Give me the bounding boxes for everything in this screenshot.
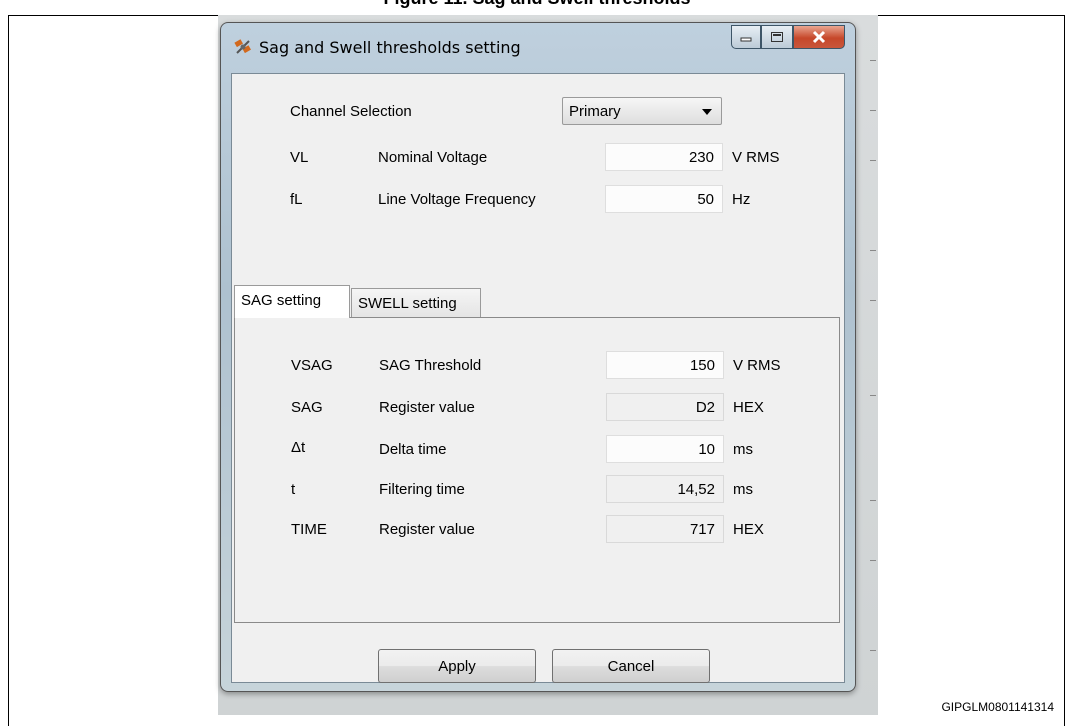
sag-row-symbol: TIME — [291, 521, 327, 538]
sag-row-symbol: Δt — [291, 439, 306, 456]
channel-select[interactable]: Primary — [562, 97, 722, 125]
minimize-button[interactable] — [731, 25, 761, 49]
sag-row-symbol: SAG — [291, 399, 323, 416]
background-tick — [870, 250, 876, 251]
line-frequency-input[interactable]: 50 — [605, 185, 723, 213]
background-tick — [870, 160, 876, 161]
close-button[interactable] — [793, 25, 845, 49]
time-register-value-field: 717 — [606, 515, 724, 543]
channel-select-value: Primary — [569, 103, 621, 120]
nominal-voltage-symbol: VL — [290, 149, 309, 166]
apply-button[interactable]: Apply — [378, 649, 536, 683]
sag-row-symbol: VSAG — [291, 357, 333, 374]
background-tick — [870, 110, 876, 111]
line-frequency-symbol: fL — [290, 191, 303, 208]
dialog-window: Sag and Swell thresholds setting Channel… — [220, 22, 856, 692]
sag-row-unit: HEX — [733, 399, 764, 416]
figure-caption: Figure 11. Sag and Swell thresholds — [0, 0, 1074, 9]
sag-row-unit: ms — [733, 441, 753, 458]
channel-selection-label: Channel Selection — [290, 103, 412, 120]
maximize-icon — [771, 32, 783, 42]
chevron-down-icon — [702, 109, 712, 115]
sag-row-unit: HEX — [733, 521, 764, 538]
background-tick — [870, 60, 876, 61]
background-tick — [870, 650, 876, 651]
sag-row-label: Register value — [379, 521, 475, 538]
tab-swell-setting[interactable]: SWELL setting — [351, 288, 481, 318]
sag-row-label: SAG Threshold — [379, 357, 482, 374]
background-tick — [870, 560, 876, 561]
dialog-client-area: Channel Selection Primary VL Nominal Vol… — [231, 73, 845, 683]
sag-setting-panel: VSAG SAG Threshold 150 V RMS SAG Registe… — [234, 317, 840, 623]
figure-id: GIPGLM0801141314 — [941, 700, 1054, 714]
sag-register-value-field: D2 — [606, 393, 724, 421]
cancel-button[interactable]: Cancel — [552, 649, 710, 683]
background-tick — [870, 395, 876, 396]
line-frequency-unit: Hz — [732, 191, 751, 208]
sag-threshold-input[interactable]: 150 — [606, 351, 724, 379]
sag-row-label: Register value — [379, 399, 475, 416]
satellite-icon — [234, 39, 251, 54]
background-tick — [870, 500, 876, 501]
maximize-button[interactable] — [761, 25, 793, 49]
background-tick — [870, 300, 876, 301]
sag-row-symbol: t — [291, 481, 296, 498]
window-title: Sag and Swell thresholds setting — [259, 38, 521, 57]
window-controls — [731, 25, 845, 49]
delta-time-input[interactable]: 10 — [606, 435, 724, 463]
sag-row-unit: V RMS — [733, 357, 781, 374]
tab-sag-setting[interactable]: SAG setting — [234, 285, 350, 318]
nominal-voltage-input[interactable]: 230 — [605, 143, 723, 171]
nominal-voltage-label: Nominal Voltage — [378, 149, 488, 166]
title-bar[interactable]: Sag and Swell thresholds setting — [221, 23, 855, 73]
sag-row-label: Filtering time — [379, 481, 465, 498]
minimize-icon — [740, 37, 752, 42]
sag-row-unit: ms — [733, 481, 753, 498]
filtering-time-field: 14,52 — [606, 475, 724, 503]
close-icon — [812, 30, 826, 44]
nominal-voltage-unit: V RMS — [732, 149, 780, 166]
sag-row-label: Delta time — [379, 441, 447, 458]
line-frequency-label: Line Voltage Frequency — [378, 191, 536, 208]
